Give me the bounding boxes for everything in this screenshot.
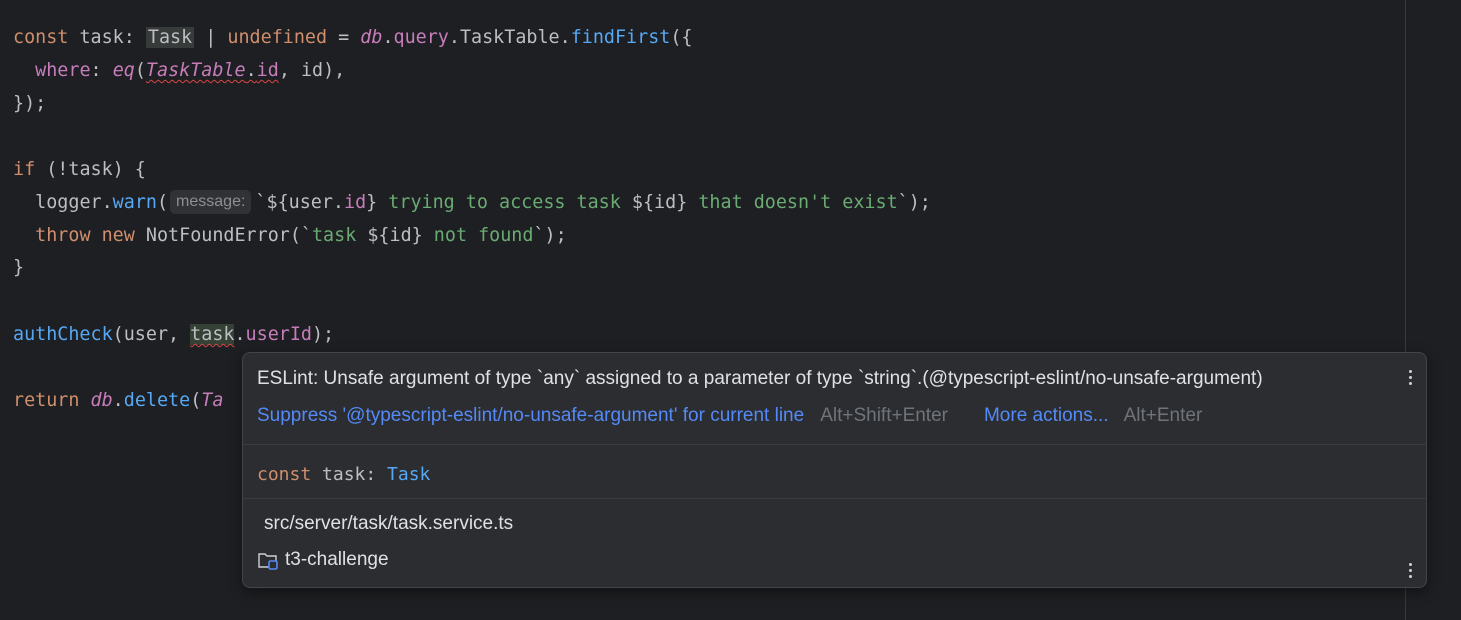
template-part: `${user. <box>255 192 344 213</box>
function-authcheck: authCheck <box>13 324 113 345</box>
code-text: : <box>90 60 113 81</box>
string-literal: trying to access task <box>377 192 632 213</box>
identifier-logger: logger. <box>35 192 113 213</box>
project-location: t3-challenge <box>257 549 389 571</box>
code-text: NotFoundError(` <box>134 225 312 246</box>
code-line-12: return db.delete(Ta <box>13 387 223 415</box>
code-text: , id), <box>278 60 346 81</box>
method-findfirst: findFirst <box>570 27 671 48</box>
code-text: . <box>234 324 246 345</box>
keyword-if: if <box>13 159 36 180</box>
suppress-action-link[interactable]: Suppress '@typescript-eslint/no-unsafe-a… <box>257 405 804 426</box>
property-query: query <box>393 27 449 48</box>
code-text: }); <box>13 93 47 114</box>
code-line-3: }); <box>13 90 46 118</box>
identifier-partial: Ta <box>201 390 224 411</box>
code-text: ( <box>134 60 146 81</box>
code-line-2: where: eq(TaskTable.id, id), <box>13 57 345 85</box>
code-text: . <box>245 60 257 81</box>
more-actions-link[interactable]: More actions... <box>984 405 1109 426</box>
method-delete: delete <box>123 390 191 411</box>
keyword-const: const <box>13 27 69 48</box>
keyword-new: new <box>101 225 135 246</box>
code-text: (user, <box>112 324 191 345</box>
inspection-popup: ESLint: Unsafe argument of type `any` as… <box>242 352 1427 588</box>
template-part: ${id} <box>367 225 423 246</box>
popup-divider <box>243 444 1426 445</box>
identifier-db: db <box>90 390 113 411</box>
code-line-7: throw new NotFoundError(`task ${id} not … <box>13 222 567 250</box>
code-text: ); <box>311 324 335 345</box>
code-text: `); <box>533 225 567 246</box>
folder-module-icon <box>257 549 279 571</box>
method-warn: warn <box>112 192 157 213</box>
identifier-task-error[interactable]: task <box>190 324 235 345</box>
code-text: ({ <box>670 27 693 48</box>
code-text: (!task) { <box>35 159 146 180</box>
keyword-throw: throw <box>35 225 91 246</box>
kebab-menu-icon[interactable] <box>1403 366 1417 388</box>
parameter-hint: message: <box>170 190 252 214</box>
template-part: ${id} <box>631 192 688 213</box>
code-text: . <box>112 390 124 411</box>
property-where: where <box>35 60 91 81</box>
string-literal: not found <box>422 225 534 246</box>
code-text: ( <box>190 390 202 411</box>
code-text: task: <box>68 27 146 48</box>
code-text: ( <box>156 192 169 213</box>
declaration-name: task: <box>311 464 388 485</box>
property-id: id <box>344 192 367 213</box>
code-text: . <box>382 27 394 48</box>
popup-divider <box>243 498 1426 499</box>
keyword-return: return <box>13 390 80 411</box>
type-task: Task <box>145 27 195 48</box>
function-eq: eq <box>112 60 135 81</box>
property-id: id <box>256 60 279 81</box>
code-line-6: logger.warn(message: `${user.id} trying t… <box>13 189 931 217</box>
code-text: = <box>327 27 361 48</box>
quick-fix-actions: Suppress '@typescript-eslint/no-unsafe-a… <box>257 405 1202 427</box>
file-path: src/server/task/task.service.ts <box>264 513 514 534</box>
keyword-const: const <box>257 464 312 485</box>
keyword-undefined: undefined <box>227 27 328 48</box>
identifier-tasktable-error: TaskTable <box>145 60 246 81</box>
code-text: | <box>194 27 228 48</box>
property-userid: userId <box>245 324 312 345</box>
declaration-type[interactable]: Task <box>387 464 430 485</box>
more-actions-shortcut: Alt+Enter <box>1123 405 1203 426</box>
declaration-preview: const task: Task <box>257 464 430 485</box>
identifier-db: db <box>360 27 383 48</box>
string-literal: that doesn't exist <box>687 192 898 213</box>
code-line-8: } <box>13 254 24 282</box>
suppress-shortcut: Alt+Shift+Enter <box>820 405 948 426</box>
eslint-error-message: ESLint: Unsafe argument of type `any` as… <box>257 368 1263 389</box>
code-line-5: if (!task) { <box>13 156 146 184</box>
project-name: t3-challenge <box>285 549 389 570</box>
code-line-10: authCheck(user, task.userId); <box>13 321 334 349</box>
code-text: .TaskTable. <box>448 27 571 48</box>
code-text: } <box>13 257 25 278</box>
template-part: } <box>366 192 378 213</box>
code-line-1: const task: Task | undefined = db.query.… <box>13 24 693 52</box>
string-literal: task <box>311 225 368 246</box>
template-part: `); <box>897 192 931 213</box>
kebab-menu-icon[interactable] <box>1403 559 1417 581</box>
